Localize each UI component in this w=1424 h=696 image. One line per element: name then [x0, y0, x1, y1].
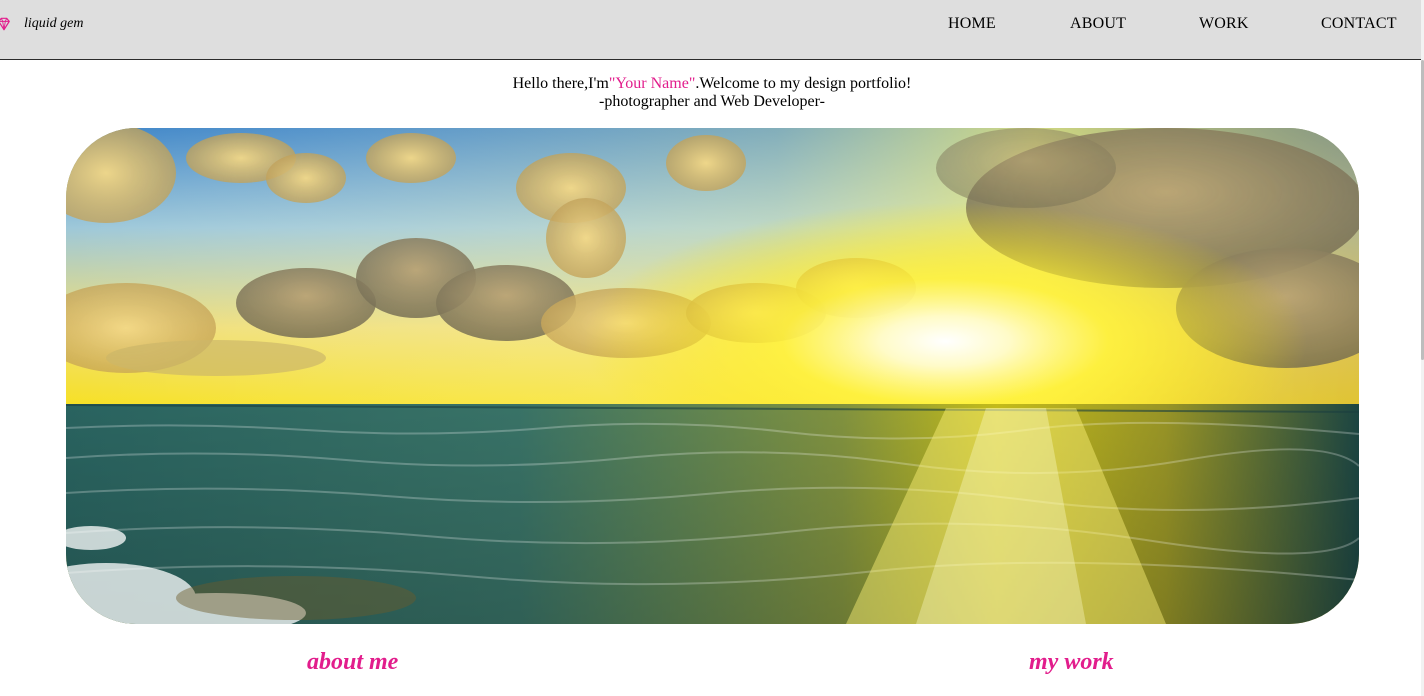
nav-home-link[interactable]: HOME — [948, 14, 996, 34]
main-nav: HOME ABOUT WORK CONTACT — [0, 14, 1424, 34]
tagline: -photographer and Web Developer- — [598, 93, 825, 110]
greeting-line: Hello there,I'm"Your Name".Welcome to my… — [0, 75, 1424, 93]
nav-work-link[interactable]: WORK — [1199, 14, 1249, 34]
greeting-suffix: .Welcome to my design portfolio! — [695, 75, 912, 92]
nav-about-link[interactable]: ABOUT — [1070, 14, 1126, 34]
greeting-prefix: Hello there,I'm — [512, 75, 609, 92]
page: liquid gem HOME ABOUT WORK CONTACT Hello… — [0, 0, 1424, 696]
my-work-heading: my work — [1029, 649, 1114, 675]
nav-contact-link[interactable]: CONTACT — [1321, 14, 1397, 34]
sunset-ocean-image — [66, 128, 1359, 624]
about-me-heading: about me — [307, 649, 399, 675]
your-name: "Your Name" — [608, 75, 696, 92]
site-header: liquid gem HOME ABOUT WORK CONTACT — [0, 0, 1424, 60]
hero-image — [66, 128, 1359, 624]
intro-text: Hello there,I'm"Your Name".Welcome to my… — [0, 75, 1424, 111]
